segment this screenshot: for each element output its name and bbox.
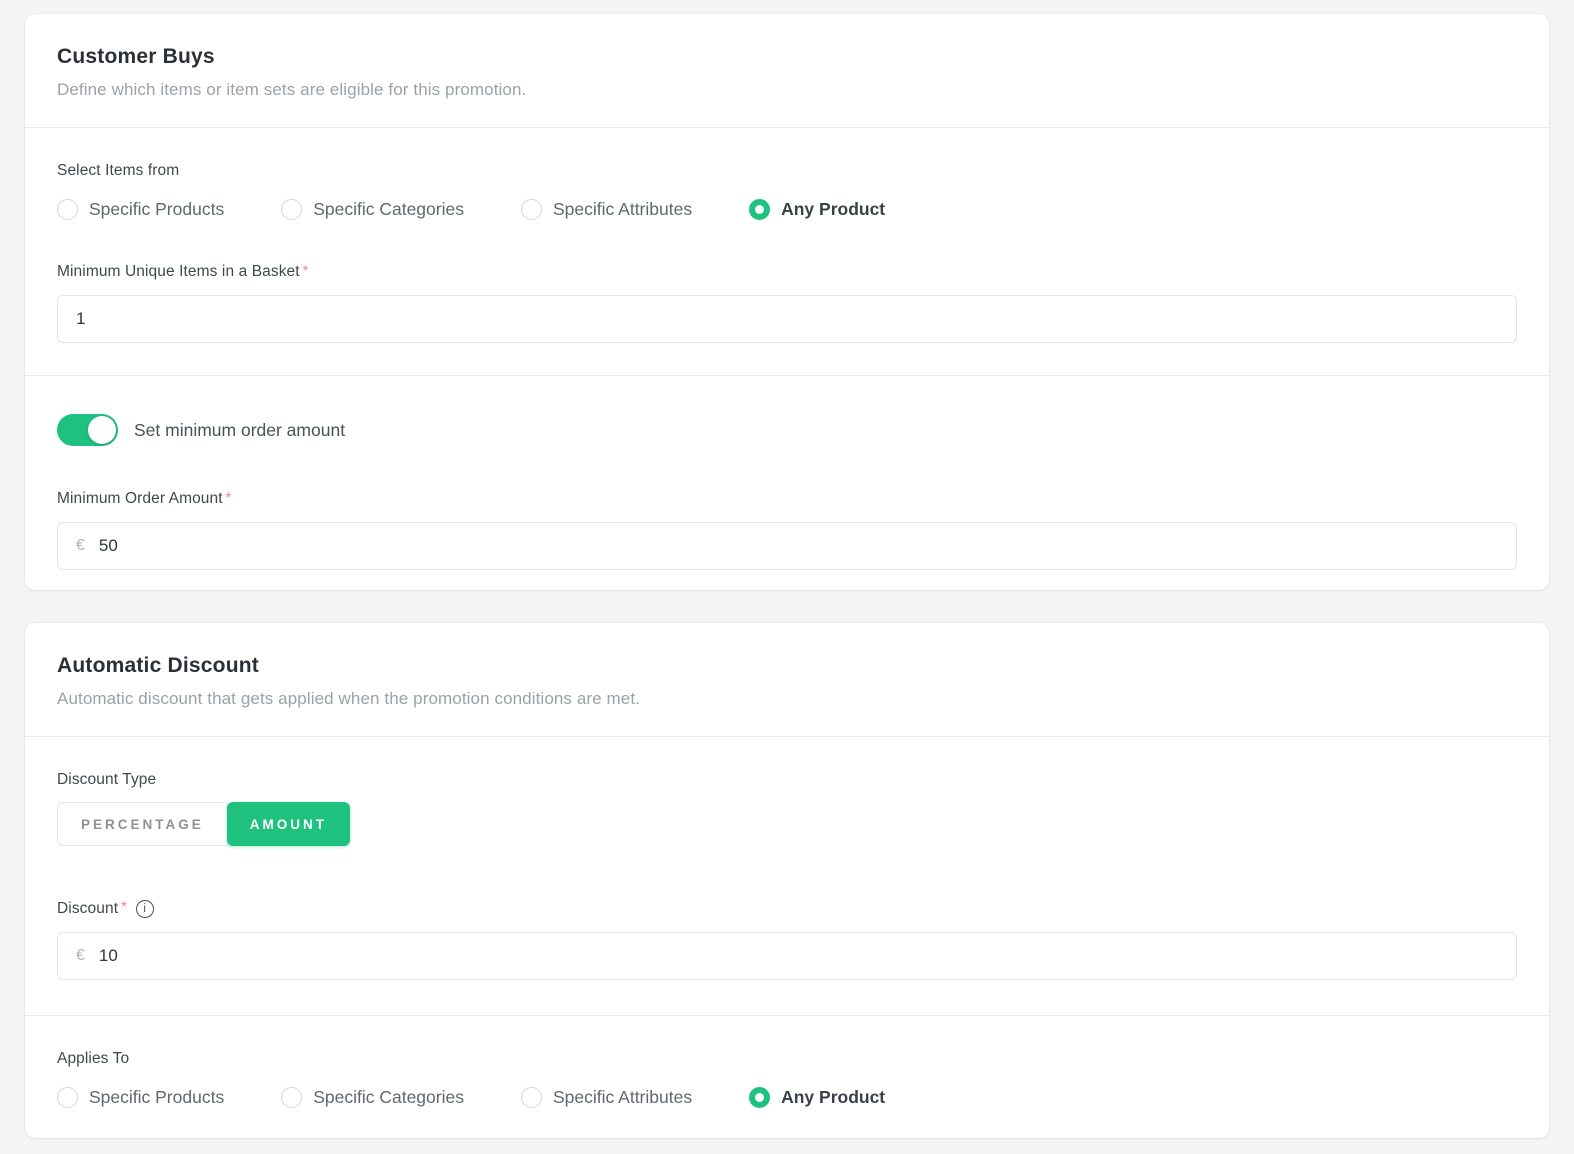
min-order-amount-toggle[interactable] <box>57 414 118 446</box>
radio-selected-icon <box>749 1087 770 1108</box>
radio-unselected-icon <box>521 199 542 220</box>
min-order-amount-label: Minimum Order Amount <box>57 490 1517 508</box>
applies-to-radio-group: Specific Products Specific Categories Sp… <box>57 1087 1517 1108</box>
discount-label: Discount <box>57 900 127 918</box>
automatic-discount-header: Automatic Discount Automatic discount th… <box>25 623 1549 737</box>
discount-config-section: Discount Type PERCENTAGE AMOUNT Discount… <box>25 737 1549 1015</box>
amount-button[interactable]: AMOUNT <box>227 802 350 846</box>
min-order-toggle-row: Set minimum order amount <box>57 410 1517 456</box>
min-unique-items-input[interactable] <box>76 309 1498 329</box>
min-unique-items-label: Minimum Unique Items in a Basket <box>57 263 1517 281</box>
discount-input-wrap: € <box>57 932 1517 980</box>
select-items-section: Select Items from Specific Products Spec… <box>25 128 1549 375</box>
customer-buys-header: Customer Buys Define which items or item… <box>25 14 1549 128</box>
min-order-section: Set minimum order amount Minimum Order A… <box>25 375 1549 590</box>
radio-specific-categories[interactable]: Specific Categories <box>281 1087 464 1108</box>
card-subtitle: Automatic discount that gets applied whe… <box>57 689 1517 709</box>
select-items-radio-group: Specific Products Specific Categories Sp… <box>57 199 1517 220</box>
discount-label-row: Discount <box>57 900 1517 918</box>
card-title: Automatic Discount <box>57 654 1517 678</box>
radio-label: Specific Attributes <box>553 199 692 220</box>
discount-type-segmented-control: PERCENTAGE AMOUNT <box>57 802 350 846</box>
card-title: Customer Buys <box>57 45 1517 69</box>
radio-label: Specific Categories <box>313 1087 464 1108</box>
radio-unselected-icon <box>281 199 302 220</box>
spacer <box>57 220 1517 263</box>
min-order-toggle-label: Set minimum order amount <box>134 420 345 441</box>
min-unique-items-input-wrap <box>57 295 1517 343</box>
radio-label: Specific Products <box>89 1087 224 1108</box>
radio-specific-products[interactable]: Specific Products <box>57 1087 224 1108</box>
radio-label: Specific Products <box>89 199 224 220</box>
radio-unselected-icon <box>57 1087 78 1108</box>
radio-label: Any Product <box>781 1087 885 1108</box>
toggle-knob-icon <box>88 416 116 444</box>
min-order-amount-input-wrap: € <box>57 522 1517 570</box>
radio-specific-products[interactable]: Specific Products <box>57 199 224 220</box>
spacer <box>57 456 1517 490</box>
discount-type-label: Discount Type <box>57 771 1517 789</box>
radio-label: Specific Attributes <box>553 1087 692 1108</box>
radio-specific-attributes[interactable]: Specific Attributes <box>521 1087 692 1108</box>
applies-to-section: Applies To Specific Products Specific Ca… <box>25 1015 1549 1138</box>
radio-unselected-icon <box>57 199 78 220</box>
card-subtitle: Define which items or item sets are elig… <box>57 80 1517 100</box>
radio-unselected-icon <box>521 1087 542 1108</box>
applies-to-label: Applies To <box>57 1050 1517 1068</box>
radio-label: Any Product <box>781 199 885 220</box>
euro-currency-icon: € <box>76 947 85 965</box>
promotion-form-page: Customer Buys Define which items or item… <box>0 0 1574 1138</box>
radio-specific-attributes[interactable]: Specific Attributes <box>521 199 692 220</box>
radio-any-product[interactable]: Any Product <box>749 1087 885 1108</box>
discount-input[interactable] <box>99 946 1498 966</box>
select-items-from-label: Select Items from <box>57 162 1517 180</box>
min-order-amount-input[interactable] <box>99 536 1498 556</box>
radio-selected-icon <box>749 199 770 220</box>
min-order-amount-field: € <box>57 522 1517 570</box>
radio-unselected-icon <box>281 1087 302 1108</box>
automatic-discount-card: Automatic Discount Automatic discount th… <box>25 623 1549 1138</box>
discount-field: € <box>57 932 1517 980</box>
radio-any-product[interactable]: Any Product <box>749 199 885 220</box>
spacer <box>57 846 1517 900</box>
radio-label: Specific Categories <box>313 199 464 220</box>
percentage-button[interactable]: PERCENTAGE <box>57 802 228 846</box>
customer-buys-card: Customer Buys Define which items or item… <box>25 14 1549 590</box>
info-icon[interactable] <box>136 900 154 918</box>
min-unique-items-field <box>57 295 1517 343</box>
euro-currency-icon: € <box>76 537 85 555</box>
radio-specific-categories[interactable]: Specific Categories <box>281 199 464 220</box>
